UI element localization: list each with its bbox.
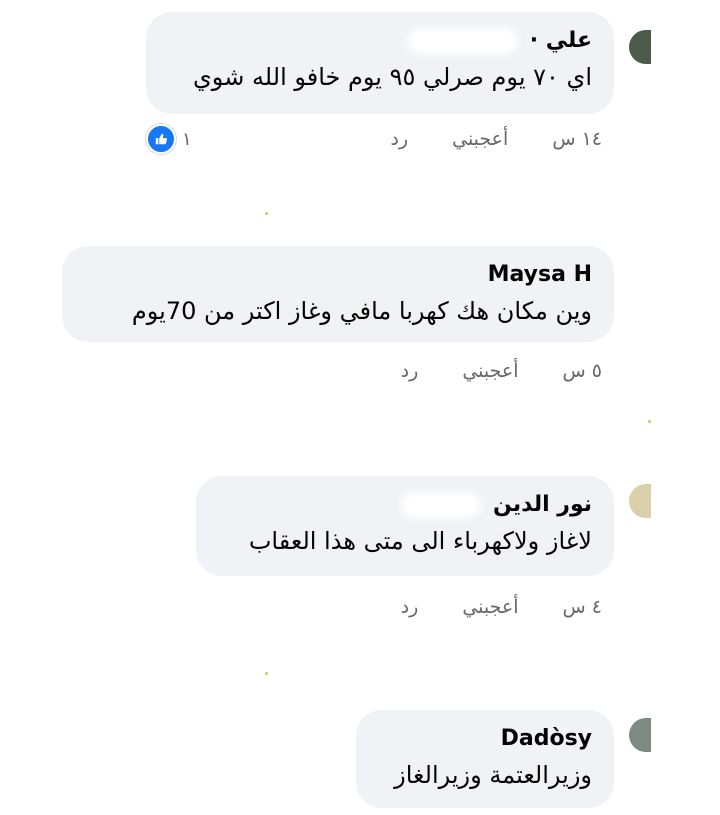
author-name[interactable]: Dadòsy	[501, 726, 592, 751]
comment-text: وين مكان هك كهربا مافي وغاز اكتر من 70يو…	[131, 297, 592, 325]
redacted-name-blur	[408, 28, 519, 54]
comment-bubble: Maysa H وين مكان هك كهربا مافي وغاز اكتر…	[62, 246, 614, 342]
comment-author[interactable]: علي ·	[168, 26, 592, 56]
comment-author[interactable]: Dadòsy	[378, 724, 592, 754]
like-button[interactable]: أعجبني	[462, 596, 518, 618]
reply-button[interactable]: رد	[390, 128, 408, 150]
reply-button[interactable]: رد	[401, 596, 419, 618]
comment-actions: ١٤ س أعجبني رد	[352, 128, 602, 150]
like-button[interactable]: أعجبني	[462, 360, 518, 382]
comment-author[interactable]: نور الدين	[218, 490, 592, 520]
reply-button[interactable]: رد	[401, 360, 419, 382]
comment-time[interactable]: ٥ س	[563, 360, 602, 382]
decorative-speck	[265, 212, 268, 215]
comment-author[interactable]: Maysa H	[84, 260, 592, 290]
author-name[interactable]: Maysa H	[488, 262, 592, 287]
author-name[interactable]: نور الدين	[493, 492, 592, 517]
like-thumbs-up-icon	[146, 124, 176, 154]
avatar[interactable]	[629, 484, 651, 518]
decorative-speck	[265, 672, 268, 675]
comment-text: اي ٧٠ يوم صرلي ٩٥ يوم خافو الله شوي	[193, 63, 592, 91]
comment-time[interactable]: ٤ س	[563, 596, 602, 618]
comment-text: وزيرالعتمة وزيرالغاز	[394, 761, 592, 789]
author-name[interactable]: علي ·	[530, 28, 592, 53]
decorative-speck	[648, 420, 651, 423]
comment-actions: ٤ س أعجبني رد	[363, 596, 602, 618]
like-button[interactable]: أعجبني	[452, 128, 508, 150]
redacted-name-blur	[401, 492, 482, 518]
reaction-summary[interactable]: ١	[146, 124, 192, 154]
avatar[interactable]	[629, 30, 651, 64]
comment-bubble: نور الدين لاغاز ولاكهرباء الى متى هذا ال…	[196, 476, 614, 576]
reaction-count: ١	[182, 128, 192, 150]
comment-bubble: Dadòsy وزيرالعتمة وزيرالغاز	[356, 710, 614, 808]
avatar[interactable]	[629, 718, 651, 752]
comment-actions: ٥ س أعجبني رد	[363, 360, 602, 382]
comment-bubble: علي · اي ٧٠ يوم صرلي ٩٥ يوم خافو الله شو…	[146, 12, 614, 114]
comment-text: لاغاز ولاكهرباء الى متى هذا العقاب	[248, 527, 592, 555]
comment-time[interactable]: ١٤ س	[552, 128, 602, 150]
